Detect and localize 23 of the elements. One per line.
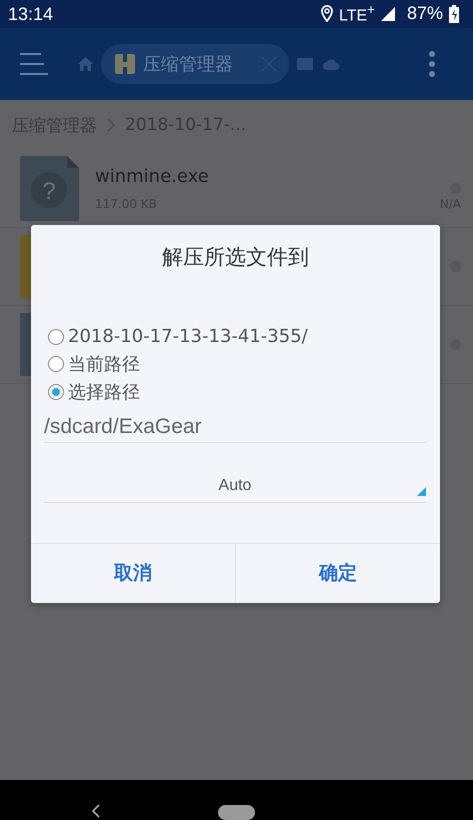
- menu-icon[interactable]: [20, 53, 48, 75]
- radio-option[interactable]: 选择路径: [48, 378, 440, 406]
- battery-percent: 87%: [406, 3, 443, 24]
- tab[interactable]: 压缩管理器: [101, 44, 289, 84]
- dropdown-arrow-icon: [417, 486, 426, 496]
- back-icon[interactable]: [91, 804, 100, 818]
- path-field[interactable]: /sdcard/ExaGear: [44, 410, 426, 442]
- more-options-icon[interactable]: [429, 51, 435, 77]
- dialog-title: 解压所选文件到: [162, 244, 309, 271]
- signal-icon: [380, 6, 395, 21]
- dialog-button[interactable]: 取消: [31, 544, 235, 602]
- radio-option[interactable]: 2018-10-17-13-13-41-355/: [48, 323, 440, 350]
- chevron-right-icon: [107, 118, 115, 132]
- battery-charging-icon: [449, 4, 459, 23]
- home-pill-icon[interactable]: [218, 805, 255, 820]
- location-pin-icon: [321, 5, 334, 22]
- unknown-file-icon: ?: [20, 156, 79, 221]
- radio-option[interactable]: 当前路径: [48, 350, 440, 378]
- file-name: winmine.exe: [95, 166, 210, 187]
- clock-time: 13:14: [8, 4, 54, 24]
- encoding-dropdown[interactable]: Auto: [44, 470, 426, 502]
- network-type: LTE$^{+}$: [339, 2, 375, 26]
- dialog-button[interactable]: 确定: [235, 544, 440, 602]
